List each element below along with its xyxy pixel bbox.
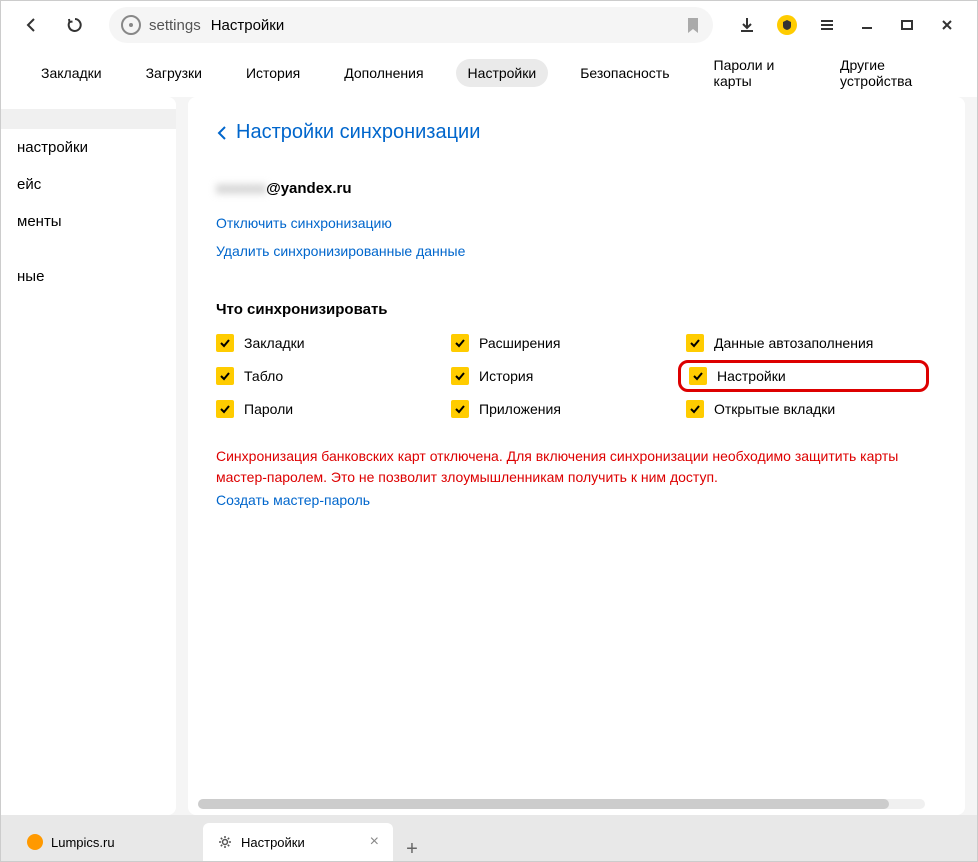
back-chevron-icon[interactable] [216,125,228,141]
downloads-button[interactable] [729,7,765,43]
sidebar-item[interactable] [1,109,176,129]
sync-label: Данные автозаполнения [714,335,873,351]
sync-item-settings: Настройки [678,360,929,392]
menu-button[interactable] [809,7,845,43]
nav-history[interactable]: История [234,59,312,87]
main-panel: Настройки синхронизации xxxxxx@yandex.ru… [188,97,965,815]
checkbox[interactable] [216,400,234,418]
checkbox[interactable] [451,400,469,418]
bookmark-icon[interactable] [685,16,701,34]
sync-item-autofill: Данные автозаполнения [686,334,921,352]
checkbox[interactable] [451,334,469,352]
sync-label: Расширения [479,335,560,351]
lumpics-favicon-icon [27,834,43,850]
horizontal-scrollbar[interactable] [198,799,925,809]
email-domain: @yandex.ru [266,180,352,197]
sync-item-history: История [451,364,686,388]
email-user: xxxxxx [216,180,266,197]
sync-label: Пароли [244,401,293,417]
browser-toolbar: settings Настройки [1,1,977,49]
sync-item-bookmarks: Закладки [216,334,451,352]
nav-addons[interactable]: Дополнения [332,59,435,87]
disable-sync-link[interactable]: Отключить синхронизацию [216,215,937,231]
checkbox[interactable] [686,400,704,418]
sync-item-apps: Приложения [451,400,686,418]
sidebar-item[interactable]: менты [1,203,176,240]
nav-passwords[interactable]: Пароли и карты [702,51,809,95]
account-email: xxxxxx@yandex.ru [216,180,937,197]
tab-lumpics[interactable]: Lumpics.ru [13,823,203,861]
settings-sidebar: настройки ейс менты ные [1,97,176,815]
sidebar-item[interactable]: ные [1,258,176,295]
account-section: xxxxxx@yandex.ru Отключить синхронизацию… [216,180,937,259]
site-identity-icon [121,15,141,35]
checkbox[interactable] [216,334,234,352]
content-wrapper: настройки ейс менты ные Настройки синхро… [1,97,977,815]
back-button[interactable] [13,7,49,43]
cards-sync-warning: Синхронизация банковских карт отключена.… [216,446,937,488]
nav-security[interactable]: Безопасность [568,59,681,87]
minimize-button[interactable] [849,7,885,43]
nav-devices[interactable]: Другие устройства [828,51,949,95]
sync-item-tableau: Табло [216,364,451,388]
close-window-button[interactable] [929,7,965,43]
gear-icon [217,834,233,850]
sync-section: Что синхронизировать Закладки Расширения… [216,301,937,508]
address-title: Настройки [211,17,285,34]
nav-bookmarks[interactable]: Закладки [29,59,114,87]
sync-label: Закладки [244,335,305,351]
sync-heading: Что синхронизировать [216,301,937,318]
reload-button[interactable] [57,7,93,43]
sync-item-open-tabs: Открытые вкладки [686,400,921,418]
checkbox[interactable] [216,367,234,385]
sync-label: Настройки [717,368,786,384]
checkbox[interactable] [451,367,469,385]
sync-label: Открытые вкладки [714,401,835,417]
sync-grid: Закладки Расширения Данные автозаполнени… [216,334,937,418]
close-tab-icon[interactable]: × [370,833,379,851]
new-tab-button[interactable]: + [393,838,431,861]
tab-settings[interactable]: Настройки × [203,823,393,861]
sync-label: История [479,368,533,384]
sync-item-passwords: Пароли [216,400,451,418]
sync-label: Приложения [479,401,561,417]
page-title[interactable]: Настройки синхронизации [236,121,480,144]
sync-item-extensions: Расширения [451,334,686,352]
nav-settings[interactable]: Настройки [456,59,549,87]
checkbox[interactable] [689,367,707,385]
tab-label: Настройки [241,835,305,850]
settings-nav: Закладки Загрузки История Дополнения Нас… [1,49,977,97]
tab-label: Lumpics.ru [51,835,115,850]
sidebar-item[interactable]: настройки [1,129,176,166]
scrollbar-thumb[interactable] [198,799,889,809]
sidebar-item[interactable]: ейс [1,166,176,203]
protect-button[interactable] [769,7,805,43]
nav-downloads[interactable]: Загрузки [134,59,214,87]
address-url: settings [149,17,201,34]
create-master-password-link[interactable]: Создать мастер-пароль [216,492,937,508]
checkbox[interactable] [686,334,704,352]
sync-label: Табло [244,368,283,384]
page-header: Настройки синхронизации [216,121,937,144]
delete-sync-data-link[interactable]: Удалить синхронизированные данные [216,243,937,259]
tab-bar: Lumpics.ru Настройки × + [1,815,977,861]
shield-icon [777,15,797,35]
maximize-button[interactable] [889,7,925,43]
address-bar[interactable]: settings Настройки [109,7,713,43]
